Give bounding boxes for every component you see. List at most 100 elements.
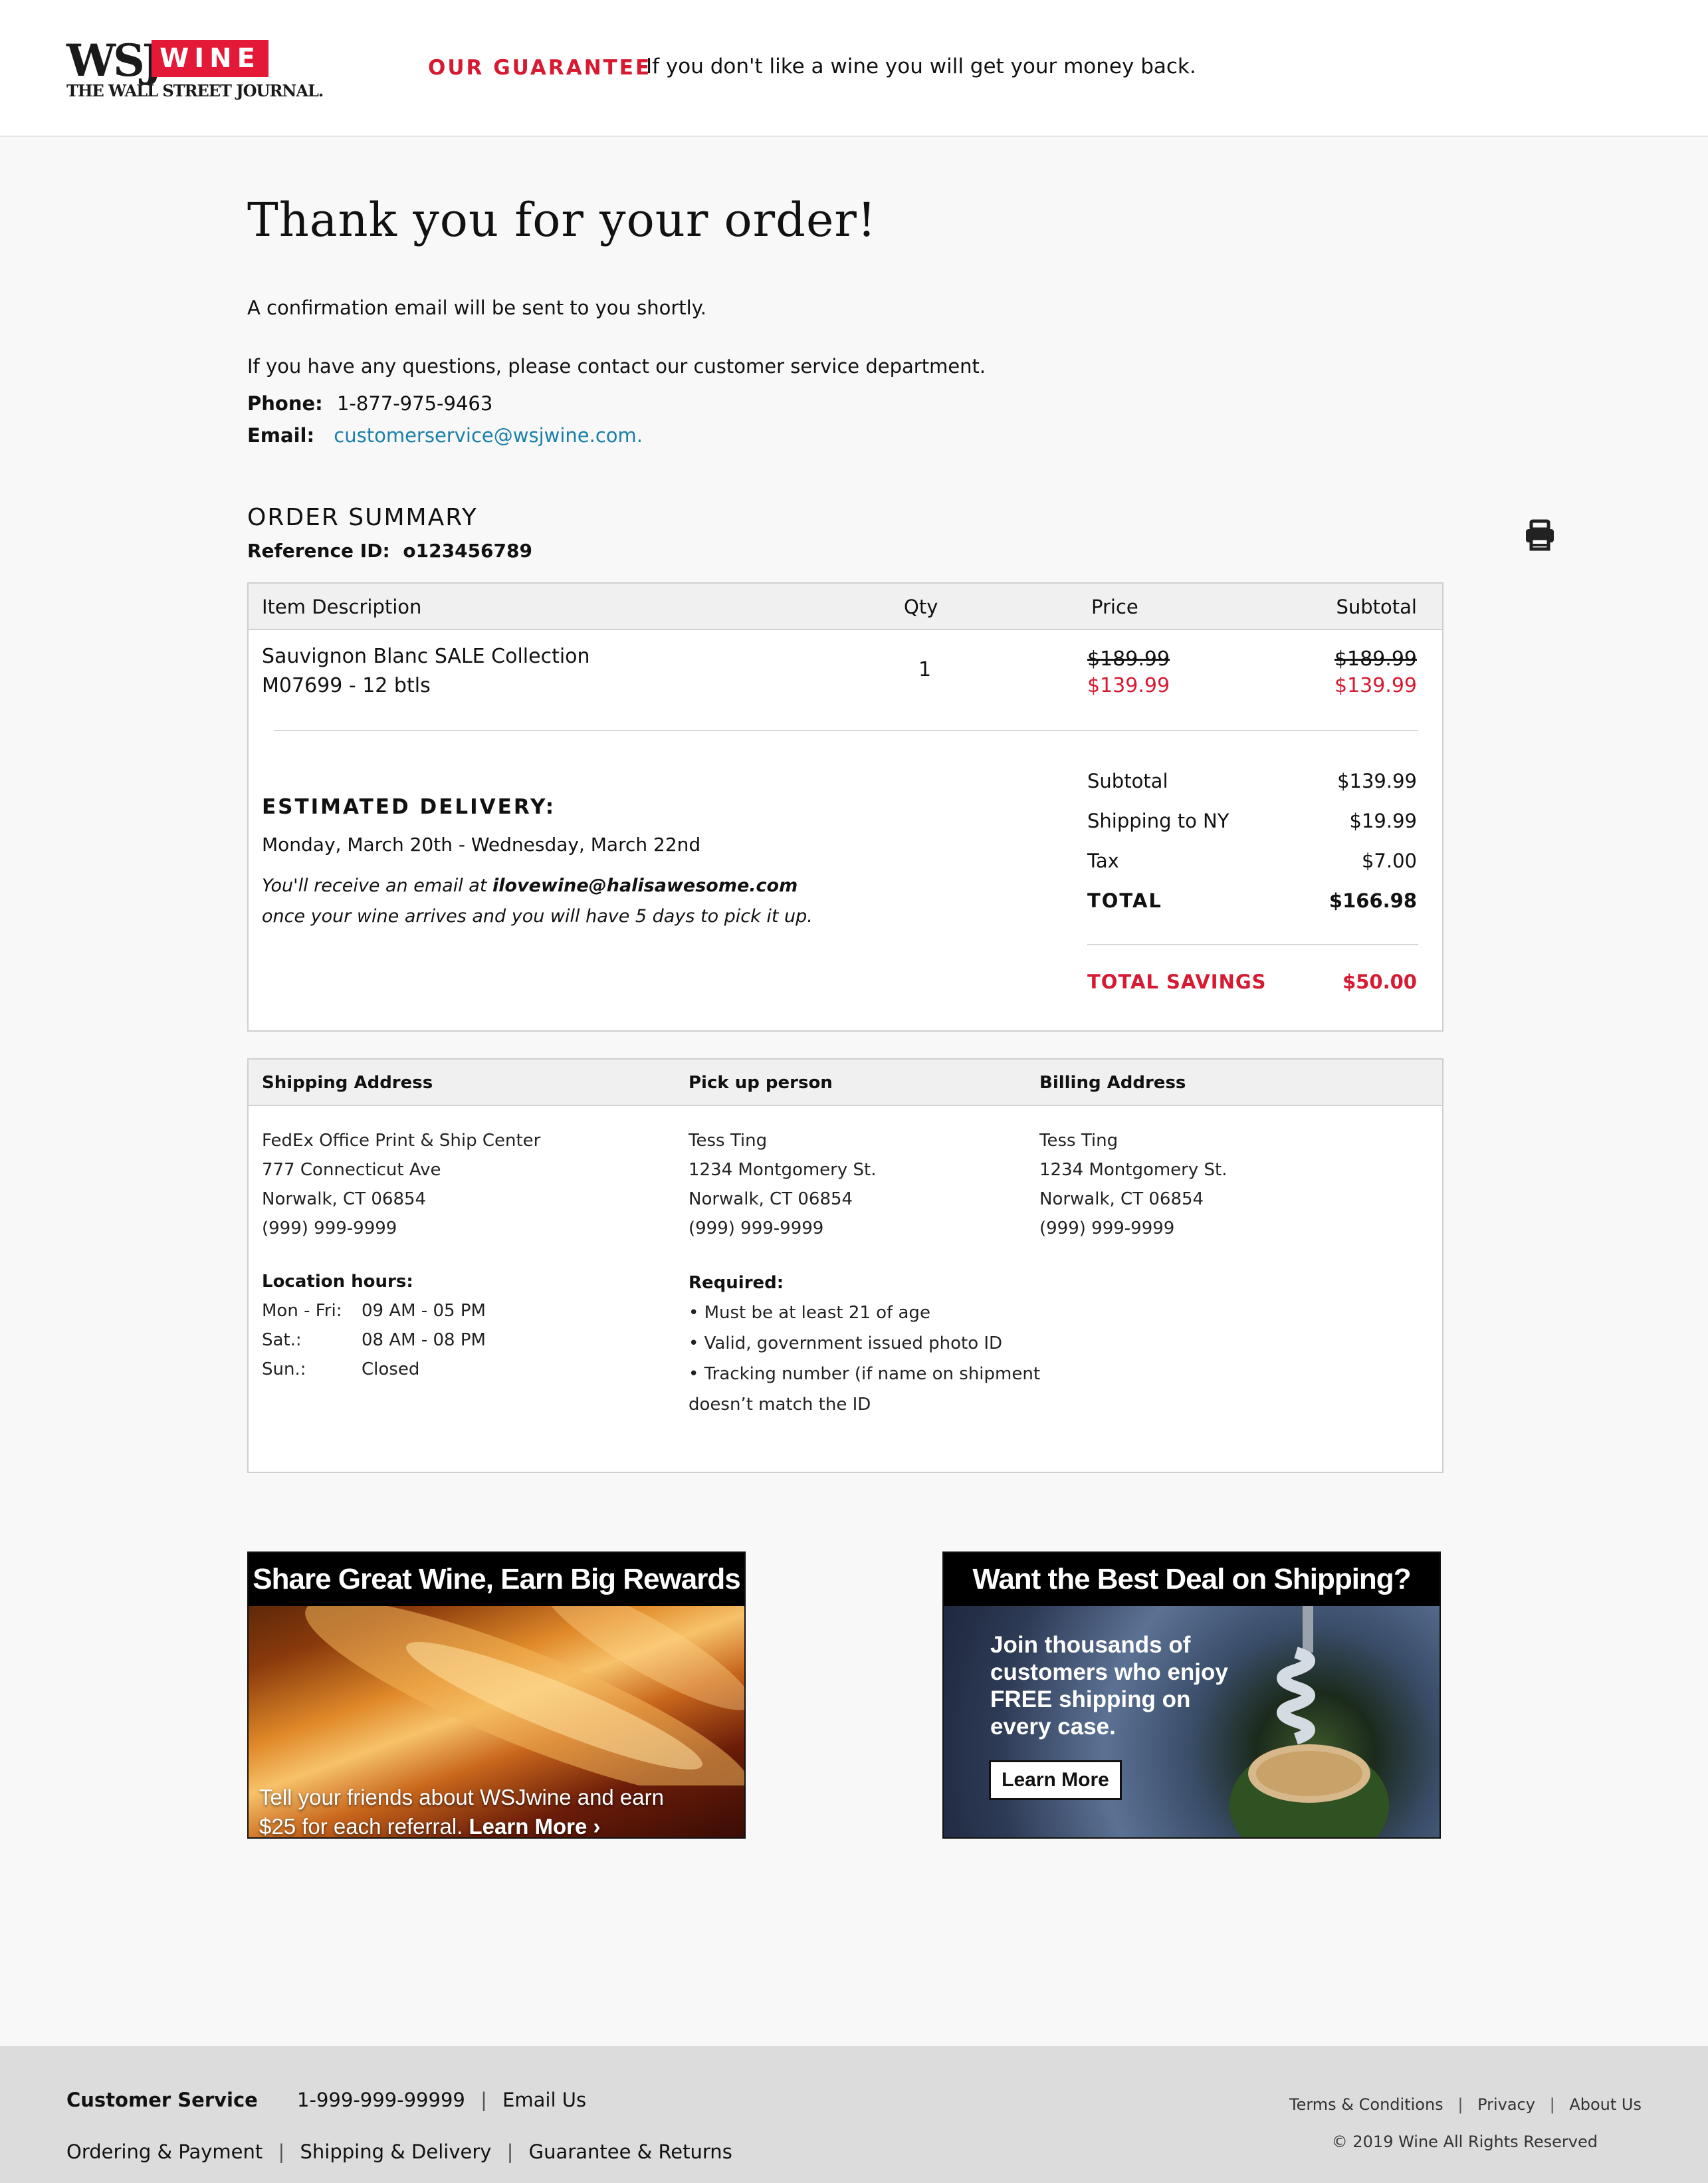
addresses-header: Shipping Address Pick up person Billing … [249,1060,1442,1106]
item-subtotal-original: $189.99 [1334,647,1417,671]
referral-promo-banner[interactable]: Share Great Wine, Earn Big Rewards Tell … [247,1551,746,1839]
item-name: Sauvignon Blanc SALE Collection [262,645,590,668]
shipping-promo-banner[interactable]: Want the Best Deal on Shipping? Join tho… [942,1551,1441,1839]
hours-day: Mon - Fri: [262,1301,342,1321]
phone-number: 1-877-975-9463 [336,392,493,415]
hours-row: Sat.: 08 AM - 08 PM [262,1325,540,1355]
footer-terms-link[interactable]: Terms & Conditions [1289,2095,1443,2114]
shipping-address-line: 777 Connecticut Ave [262,1160,441,1180]
footer-help-links: Ordering & Payment | Shipping & Delivery… [66,2140,732,2163]
order-table-header: Item Description Qty Price Subtotal [249,584,1442,630]
wine-bottle-image [305,1606,744,1785]
email-line: Email: customerservice@wsjwine.com. [247,424,643,447]
col-price: Price [1091,596,1138,618]
tax-label: Tax [1087,850,1119,872]
footer-ordering-payment-link[interactable]: Ordering & Payment [66,2140,263,2163]
referral-text-line: Tell your friends about WSJwine and earn [259,1785,664,1809]
logo-journal-text: THE WALL STREET JOURNAL. [66,81,324,100]
totals-divider [1087,944,1418,945]
confirmation-text: A confirmation email will be sent to you… [247,296,706,319]
shipping-address-column: FedEx Office Print & Ship Center 777 Con… [262,1126,540,1384]
item-divider [274,730,1418,731]
shipping-learn-more-button[interactable]: Learn More [989,1760,1122,1800]
item-code: M07699 - 12 btls [262,674,431,697]
site-footer: Customer Service 1-999-999-99999 | Email… [0,2046,1708,2183]
shipping-value: $19.99 [1349,810,1417,832]
shipping-address-line: Norwalk, CT 06854 [262,1189,427,1209]
footer-privacy-link[interactable]: Privacy [1477,2095,1535,2114]
total-savings-label: TOTAL SAVINGS [1087,971,1267,993]
subtotal-label: Subtotal [1087,770,1168,792]
hours-time: 09 AM - 05 PM [362,1301,486,1321]
item-subtotal-sale: $139.99 [1334,674,1417,697]
reference-id-label: Reference ID: [247,540,390,562]
required-item: doesn’t match the ID [689,1395,871,1415]
shipping-label: Shipping to NY [1087,810,1229,832]
footer-phone-link[interactable]: 1-999-999-99999 [297,2089,465,2111]
footer-separator: | [1549,2095,1555,2114]
shipping-promo-text: Join thousands of customers who enjoy FR… [990,1632,1228,1740]
pickup-line: Tess Ting [689,1131,768,1151]
pickup-line: Norwalk, CT 06854 [689,1189,853,1209]
col-item-description: Item Description [262,596,422,618]
reference-id: Reference ID: o123456789 [247,540,532,562]
footer-email-us-link[interactable]: Email Us [502,2089,586,2111]
billing-address-column: Tess Ting 1234 Montgomery St. Norwalk, C… [1039,1126,1227,1243]
wsj-wine-logo[interactable]: WSJ WINE THE WALL STREET JOURNAL. [66,35,324,100]
required-item: • Valid, government issued photo ID [689,1333,1003,1353]
billing-address-heading: Billing Address [1039,1073,1186,1093]
footer-customer-service-label: Customer Service [66,2089,258,2111]
delivery-note-after: once your wine arrives and you will have… [262,906,813,927]
pickup-person-heading: Pick up person [689,1073,833,1093]
billing-line: 1234 Montgomery St. [1039,1160,1228,1180]
referral-text-line: $25 for each referral. Learn More › [259,1812,664,1837]
shipping-address-line: FedEx Office Print & Ship Center [262,1131,541,1151]
guarantee-text: If you don't like a wine you will get yo… [646,55,1196,78]
footer-contact-row: Customer Service 1-999-999-99999 | Email… [66,2089,586,2111]
required-item: • Must be at least 21 of age [689,1303,930,1323]
footer-about-us-link[interactable]: About Us [1569,2095,1642,2114]
page-title: Thank you for your order! [247,193,877,247]
footer-separator: | [278,2140,285,2163]
referral-learn-more-link[interactable]: Learn More › [469,1814,601,1837]
hours-time: 08 AM - 08 PM [362,1330,486,1350]
delivery-note-email: ilovewine@halisawesome.com [492,875,798,896]
footer-separator: | [506,2140,514,2163]
hours-time: Closed [362,1359,420,1379]
item-price-sale: $139.99 [1087,674,1170,697]
delivery-note-before: You'll receive an email at [262,875,493,896]
shipping-address-heading: Shipping Address [262,1073,433,1093]
logo-wine-badge: WINE [152,40,268,77]
hours-day: Sun.: [262,1359,306,1379]
pickup-person-column: Tess Ting 1234 Montgomery St. Norwalk, C… [689,1126,1040,1420]
footer-legal-links: Terms & Conditions | Privacy | About Us [1289,2095,1642,2114]
footer-copyright: © 2019 Wine All Rights Reserved [1331,2132,1598,2151]
footer-guarantee-returns-link[interactable]: Guarantee & Returns [529,2140,732,2163]
footer-separator: | [1457,2095,1463,2114]
addresses-box: Shipping Address Pick up person Billing … [247,1058,1443,1473]
logo-wsj-text: WSJ [66,35,163,86]
item-qty: 1 [918,658,932,681]
referral-promo-title: Share Great Wine, Earn Big Rewards [249,1553,744,1606]
customer-service-email-link[interactable]: customerservice@wsjwine.com. [334,424,643,447]
estimated-delivery-title: ESTIMATED DELIVERY: [262,795,556,819]
footer-separator: | [480,2089,487,2111]
email-label: Email: [247,424,315,447]
billing-line: (999) 999-9999 [1039,1218,1175,1238]
footer-shipping-delivery-link[interactable]: Shipping & Delivery [300,2140,492,2163]
hours-row: Mon - Fri: 09 AM - 05 PM [262,1296,540,1325]
site-header: WSJ WINE THE WALL STREET JOURNAL. OUR GU… [0,0,1708,137]
hours-day: Sat.: [262,1330,302,1350]
col-qty: Qty [904,596,938,618]
location-hours-title: Location hours: [262,1272,413,1292]
referral-promo-text: Tell your friends about WSJwine and earn… [259,1783,664,1837]
delivery-note: You'll receive an email at ilovewine@hal… [262,871,833,932]
estimated-delivery-dates: Monday, March 20th - Wednesday, March 22… [262,834,701,856]
subtotal-value: $139.99 [1337,770,1417,792]
hours-row: Sun.: Closed [262,1355,540,1384]
shipping-address-line: (999) 999-9999 [262,1218,397,1238]
pickup-line: (999) 999-9999 [689,1218,824,1238]
item-price-original: $189.99 [1087,647,1170,671]
phone-label: Phone: [247,392,323,415]
printer-icon[interactable] [1523,518,1556,552]
